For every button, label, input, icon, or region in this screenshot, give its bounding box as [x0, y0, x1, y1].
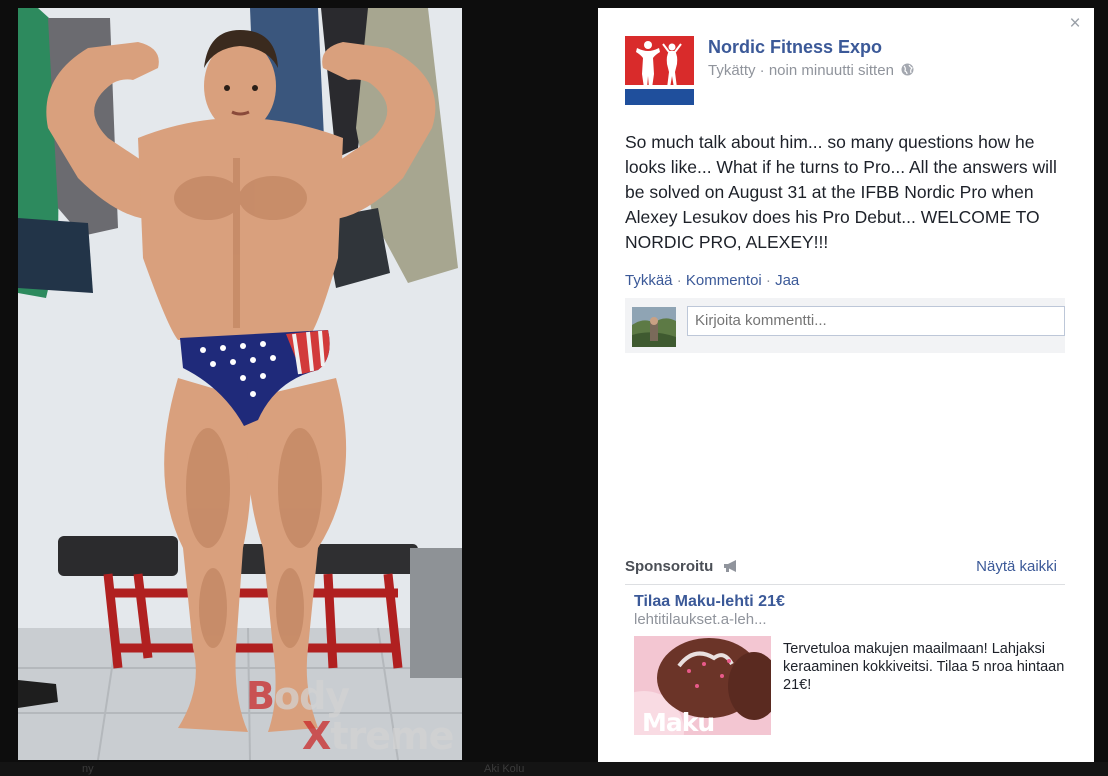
see-all-link[interactable]: Näytä kaikki [976, 558, 1057, 575]
photo-lightbox-backdrop[interactable]: Body Xtreme × Nordic Fitness Expo Tykätt… [0, 0, 1108, 776]
background-ghost-text: Aki Kolu [484, 763, 525, 775]
close-icon[interactable]: × [1066, 14, 1084, 33]
post-meta-text: Tykätty · noin minuutti sitten [708, 62, 894, 79]
action-separator: · [765, 272, 771, 289]
post-text: So much talk about him... so many questi… [625, 132, 1057, 252]
comment-input[interactable] [687, 306, 1065, 336]
ad-body-text: Tervetuloa makujen maailmaan! Lahjaksi k… [783, 641, 1065, 693]
action-separator: · [676, 272, 682, 289]
user-avatar[interactable] [632, 307, 676, 347]
nordic-fitness-expo-logo[interactable] [625, 36, 694, 105]
background-ghost-text: ny [82, 763, 94, 775]
megaphone-icon [723, 559, 740, 572]
post-actions: Tykkää · Kommentoi · Jaa [625, 272, 799, 289]
bodybuilder-photo [18, 8, 462, 760]
post-details-panel: × Nordic Fitness Expo Tykätty · noin min… [598, 8, 1094, 762]
page-name-link[interactable]: Nordic Fitness Expo [708, 37, 882, 58]
comment-composer [625, 298, 1065, 353]
background-page-strip: ny Aki Kolu [0, 762, 1108, 776]
share-link[interactable]: Jaa [775, 272, 799, 289]
post-meta: Tykätty · noin minuutti sitten [708, 62, 914, 79]
sponsored-header: Sponsoroitu Näytä kaikki [625, 556, 1065, 585]
post-photo[interactable]: Body Xtreme [18, 8, 462, 760]
comment-link[interactable]: Kommentoi [686, 272, 762, 289]
ad-title-link[interactable]: Tilaa Maku-lehti 21€ [634, 593, 785, 611]
globe-icon [901, 63, 914, 76]
ad-url: lehtitilaukset.a-leh... [634, 611, 767, 628]
photo-watermark: Body Xtreme [246, 674, 454, 758]
ad-image[interactable]: Maku [634, 636, 771, 735]
ad-image-brand-text: Maku [642, 708, 715, 735]
like-link[interactable]: Tykkää [625, 272, 673, 289]
sponsored-label: Sponsoroitu [625, 558, 740, 575]
